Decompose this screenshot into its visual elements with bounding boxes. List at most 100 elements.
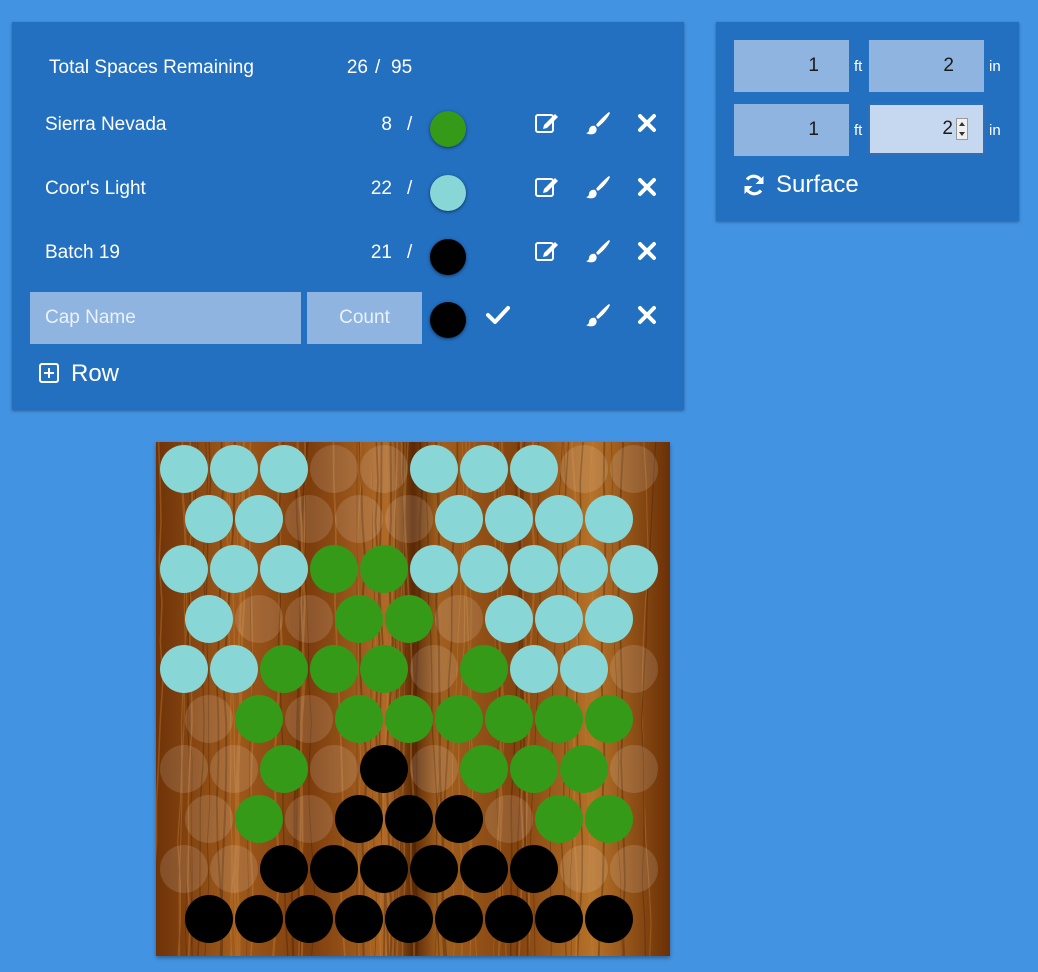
empty-space[interactable] (235, 595, 283, 643)
green-cap[interactable] (310, 545, 358, 593)
green-cap[interactable] (460, 745, 508, 793)
empty-space[interactable] (435, 595, 483, 643)
light-blue-cap[interactable] (260, 445, 308, 493)
black-cap[interactable] (485, 895, 533, 943)
black-cap[interactable] (235, 895, 283, 943)
light-blue-cap[interactable] (210, 445, 258, 493)
black-cap[interactable] (460, 845, 508, 893)
empty-space[interactable] (185, 695, 233, 743)
black-cap[interactable] (285, 895, 333, 943)
cap-color-swatch[interactable] (430, 239, 466, 275)
empty-space[interactable] (410, 645, 458, 693)
cap-color-swatch[interactable] (430, 111, 466, 147)
black-cap[interactable] (435, 895, 483, 943)
green-cap[interactable] (335, 595, 383, 643)
edit-icon[interactable] (534, 238, 560, 264)
black-cap[interactable] (310, 845, 358, 893)
light-blue-cap[interactable] (460, 545, 508, 593)
empty-space[interactable] (335, 495, 383, 543)
light-blue-cap[interactable] (510, 445, 558, 493)
light-blue-cap[interactable] (535, 595, 583, 643)
edit-icon[interactable] (534, 174, 560, 200)
light-blue-cap[interactable] (185, 495, 233, 543)
green-cap[interactable] (535, 695, 583, 743)
width-inches-input[interactable]: 2 (869, 40, 984, 92)
cap-name-input[interactable]: Cap Name (30, 292, 301, 344)
black-cap[interactable] (435, 795, 483, 843)
green-cap[interactable] (510, 745, 558, 793)
empty-space[interactable] (610, 645, 658, 693)
green-cap[interactable] (235, 695, 283, 743)
surface-refresh-button[interactable]: Surface (742, 170, 902, 202)
empty-space[interactable] (185, 795, 233, 843)
empty-space[interactable] (360, 445, 408, 493)
light-blue-cap[interactable] (235, 495, 283, 543)
green-cap[interactable] (585, 795, 633, 843)
delete-icon[interactable] (634, 110, 660, 136)
cap-count-input[interactable]: Count (307, 292, 422, 344)
black-cap[interactable] (510, 845, 558, 893)
paint-brush-icon[interactable] (585, 110, 611, 136)
black-cap[interactable] (535, 895, 583, 943)
edit-icon[interactable] (534, 110, 560, 136)
black-cap[interactable] (585, 895, 633, 943)
black-cap[interactable] (335, 795, 383, 843)
empty-space[interactable] (285, 795, 333, 843)
new-cap-color-swatch[interactable] (430, 302, 466, 338)
green-cap[interactable] (385, 595, 433, 643)
empty-space[interactable] (610, 845, 658, 893)
empty-space[interactable] (210, 745, 258, 793)
light-blue-cap[interactable] (560, 645, 608, 693)
light-blue-cap[interactable] (260, 545, 308, 593)
light-blue-cap[interactable] (435, 495, 483, 543)
light-blue-cap[interactable] (410, 445, 458, 493)
light-blue-cap[interactable] (510, 645, 558, 693)
green-cap[interactable] (335, 695, 383, 743)
light-blue-cap[interactable] (485, 495, 533, 543)
empty-space[interactable] (385, 495, 433, 543)
empty-space[interactable] (285, 495, 333, 543)
empty-space[interactable] (610, 445, 658, 493)
green-cap[interactable] (235, 795, 283, 843)
delete-icon[interactable] (634, 302, 660, 328)
width-feet-input[interactable]: 1 (734, 40, 849, 92)
green-cap[interactable] (485, 695, 533, 743)
light-blue-cap[interactable] (160, 645, 208, 693)
empty-space[interactable] (210, 845, 258, 893)
light-blue-cap[interactable] (410, 545, 458, 593)
cap-color-swatch[interactable] (430, 175, 466, 211)
height-feet-input[interactable]: 1 (734, 104, 849, 156)
black-cap[interactable] (385, 895, 433, 943)
light-blue-cap[interactable] (460, 445, 508, 493)
light-blue-cap[interactable] (210, 645, 258, 693)
black-cap[interactable] (360, 845, 408, 893)
empty-space[interactable] (160, 745, 208, 793)
green-cap[interactable] (385, 695, 433, 743)
empty-space[interactable] (310, 445, 358, 493)
green-cap[interactable] (260, 645, 308, 693)
green-cap[interactable] (535, 795, 583, 843)
empty-space[interactable] (160, 845, 208, 893)
light-blue-cap[interactable] (185, 595, 233, 643)
green-cap[interactable] (360, 645, 408, 693)
black-cap[interactable] (335, 895, 383, 943)
empty-space[interactable] (560, 445, 608, 493)
green-cap[interactable] (585, 695, 633, 743)
light-blue-cap[interactable] (510, 545, 558, 593)
delete-icon[interactable] (634, 238, 660, 264)
light-blue-cap[interactable] (485, 595, 533, 643)
delete-icon[interactable] (634, 174, 660, 200)
empty-space[interactable] (310, 745, 358, 793)
light-blue-cap[interactable] (585, 495, 633, 543)
add-row-button[interactable]: Row (39, 360, 139, 390)
black-cap[interactable] (360, 745, 408, 793)
green-cap[interactable] (310, 645, 358, 693)
black-cap[interactable] (410, 845, 458, 893)
empty-space[interactable] (560, 845, 608, 893)
empty-space[interactable] (410, 745, 458, 793)
green-cap[interactable] (260, 745, 308, 793)
light-blue-cap[interactable] (160, 445, 208, 493)
paint-brush-icon[interactable] (585, 174, 611, 200)
number-spinner[interactable] (956, 118, 968, 140)
black-cap[interactable] (385, 795, 433, 843)
